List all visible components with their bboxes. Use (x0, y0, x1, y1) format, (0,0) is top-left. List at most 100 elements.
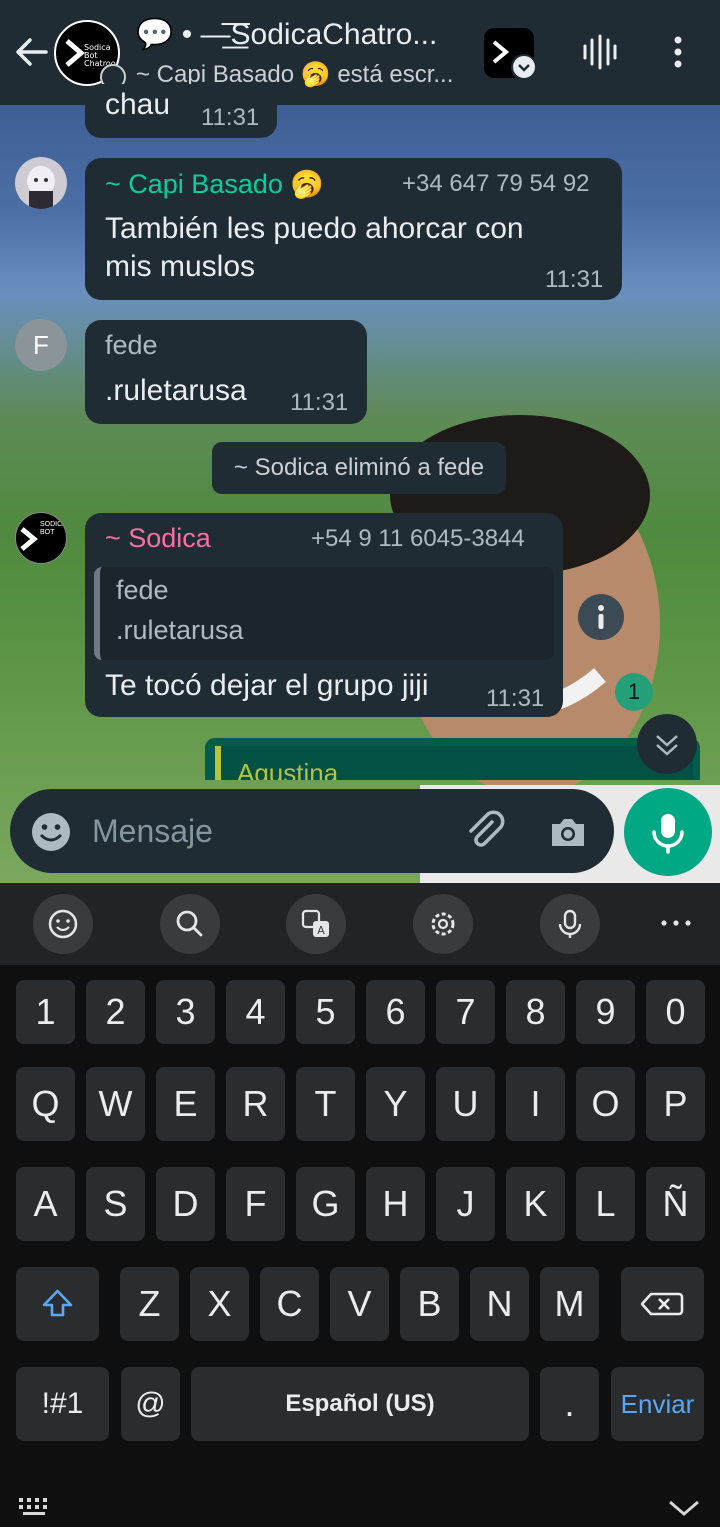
message-time: 11:31 (486, 685, 545, 712)
chevron-logo-icon (65, 39, 85, 67)
space-key[interactable]: Español (US) (191, 1367, 529, 1441)
keyboard-toolbar (0, 883, 720, 965)
key-x[interactable]: X (190, 1267, 249, 1341)
key-f[interactable]: F (226, 1167, 285, 1241)
message-text: Te tocó dejar el grupo jiji (105, 669, 429, 702)
key-t[interactable]: T (296, 1067, 355, 1141)
key-4[interactable]: 4 (226, 980, 285, 1044)
key-9[interactable]: 9 (576, 980, 635, 1044)
keyboard-switch-icon[interactable] (18, 1496, 54, 1518)
key-enye[interactable]: Ñ (646, 1167, 705, 1241)
message-input[interactable] (92, 806, 452, 856)
sender-phone: +34 647 79 54 92 (402, 170, 590, 197)
key-e[interactable]: E (156, 1067, 215, 1141)
emoji-icon[interactable] (30, 811, 72, 853)
translate-icon: A (301, 909, 329, 937)
microphone-icon (558, 909, 582, 938)
key-6[interactable]: 6 (366, 980, 425, 1044)
key-s[interactable]: S (86, 1167, 145, 1241)
info-icon[interactable] (578, 594, 624, 640)
keyboard-emoji-button[interactable] (33, 894, 93, 954)
message-bubble[interactable]: ~ Capi Basado 🥱 +34 647 79 54 92 También… (85, 158, 622, 300)
key-o[interactable]: O (576, 1067, 635, 1141)
quoted-message[interactable]: fede .ruletarusa (94, 567, 554, 660)
avatar[interactable]: SODICA BOT (15, 512, 67, 564)
key-d[interactable]: D (156, 1167, 215, 1241)
key-5[interactable]: 5 (296, 980, 355, 1044)
key-k[interactable]: K (506, 1167, 565, 1241)
backspace-icon (640, 1292, 684, 1316)
period-key[interactable]: . (540, 1367, 599, 1441)
attach-icon[interactable] (462, 808, 508, 854)
more-options-icon[interactable] (660, 32, 696, 72)
gear-icon (431, 912, 455, 936)
quoted-sender: fede (116, 575, 169, 605)
key-y[interactable]: Y (366, 1067, 425, 1141)
keyboard-search-button[interactable] (160, 894, 220, 954)
key-2[interactable]: 2 (86, 980, 145, 1044)
quoted-sender: Agustina (237, 758, 339, 780)
chat-title[interactable]: 💬 • —͟͞͞SodicaChatro... (136, 17, 476, 52)
key-z[interactable]: Z (120, 1267, 179, 1341)
message-text: chau (105, 88, 171, 121)
key-m[interactable]: M (540, 1267, 599, 1341)
message-time: 11:31 (545, 266, 604, 293)
key-0[interactable]: 0 (646, 980, 705, 1044)
keyboard-footer (0, 1480, 720, 1527)
unread-count-badge: 1 (615, 673, 653, 711)
shift-arrow-icon (42, 1289, 73, 1317)
back-arrow-icon[interactable] (12, 32, 52, 72)
key-p[interactable]: P (646, 1067, 705, 1141)
symbols-key[interactable]: !#1 (16, 1367, 109, 1441)
microphone-icon (652, 814, 684, 854)
message-text: mis muslos (105, 250, 256, 283)
key-3[interactable]: 3 (156, 980, 215, 1044)
key-a[interactable]: A (16, 1167, 75, 1241)
key-7[interactable]: 7 (436, 980, 495, 1044)
scroll-down-button[interactable] (637, 714, 697, 774)
key-w[interactable]: W (86, 1067, 145, 1141)
message-text: .ruletarusa (105, 374, 247, 407)
shift-key[interactable] (16, 1267, 99, 1341)
key-h[interactable]: H (366, 1167, 425, 1241)
sender-name[interactable]: fede (105, 330, 158, 361)
key-q[interactable]: Q (16, 1067, 75, 1141)
chevron-down-icon[interactable] (664, 1496, 704, 1520)
key-n[interactable]: N (470, 1267, 529, 1341)
microphone-button[interactable] (624, 788, 712, 876)
outgoing-message-bubble[interactable]: Agustina (205, 738, 700, 780)
key-g[interactable]: G (296, 1167, 355, 1241)
message-time: 11:31 (201, 104, 260, 131)
voice-chat-icon[interactable] (578, 32, 622, 72)
message-time: 11:31 (290, 389, 349, 416)
backspace-key[interactable] (621, 1267, 704, 1341)
more-tools-icon[interactable] (656, 910, 696, 936)
sender-name[interactable]: ~ Capi Basado 🥱 (105, 168, 324, 200)
message-bubble[interactable]: fede .ruletarusa 11:31 (85, 320, 367, 424)
key-v[interactable]: V (330, 1267, 389, 1341)
message-bubble[interactable]: chau 11:31 (85, 84, 277, 138)
key-l[interactable]: L (576, 1167, 635, 1241)
at-key[interactable]: @ (121, 1367, 180, 1441)
sender-phone: +54 9 11 6045-3844 (311, 525, 525, 552)
sender-name[interactable]: ~ Sodica (105, 523, 211, 554)
search-icon (176, 910, 203, 937)
double-chevron-down-icon (656, 735, 678, 756)
camera-icon[interactable] (546, 810, 590, 854)
key-u[interactable]: U (436, 1067, 495, 1141)
key-8[interactable]: 8 (506, 980, 565, 1044)
keyboard-settings-button[interactable] (413, 894, 473, 954)
keyboard-translate-button[interactable]: A (286, 894, 346, 954)
avatar[interactable]: F (15, 319, 67, 371)
smiley-icon (48, 909, 78, 939)
key-j[interactable]: J (436, 1167, 495, 1241)
key-c[interactable]: C (260, 1267, 319, 1341)
avatar-text: SODICA BOT (40, 521, 67, 536)
key-b[interactable]: B (400, 1267, 459, 1341)
send-key[interactable]: Enviar (611, 1367, 704, 1441)
key-r[interactable]: R (226, 1067, 285, 1141)
key-1[interactable]: 1 (16, 980, 75, 1044)
avatar[interactable] (15, 157, 67, 209)
key-i[interactable]: I (506, 1067, 565, 1141)
keyboard-voice-button[interactable] (540, 894, 600, 954)
